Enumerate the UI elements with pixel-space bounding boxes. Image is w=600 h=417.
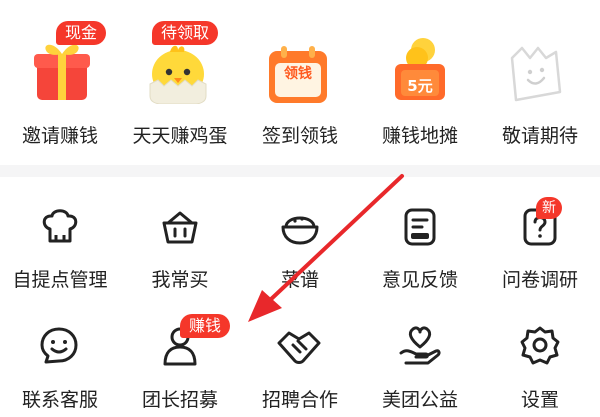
feedback-item[interactable]: 意见反馈	[360, 177, 480, 297]
settings-item[interactable]: 设置	[480, 297, 600, 417]
daily-egg-item[interactable]: 待领取 天天赚鸡蛋	[120, 0, 240, 165]
heart-hand-icon	[398, 323, 442, 367]
pickup-point-item[interactable]: 自提点管理	[0, 177, 120, 297]
leader-recruit-item[interactable]: 赚钱 团长招募	[120, 297, 240, 417]
pickup-point-label: 自提点管理	[12, 269, 108, 291]
gift-box-icon	[33, 38, 91, 104]
smiley-bag-icon	[504, 44, 564, 104]
frequent-buy-item[interactable]: 我常买	[120, 177, 240, 297]
handshake-icon	[276, 327, 322, 367]
frequent-buy-label: 我常买	[151, 269, 209, 291]
rice-bowl-icon	[280, 207, 320, 247]
chick-egg-icon	[144, 40, 212, 104]
recruitment-label: 招聘合作	[261, 389, 338, 411]
money-stall-label: 赚钱地摊	[381, 125, 458, 147]
new-badge: 新	[536, 197, 562, 219]
settings-icon	[520, 325, 560, 365]
checkin-item[interactable]: 领钱 签到领钱	[240, 0, 360, 165]
recipes-item[interactable]: 菜谱	[240, 177, 360, 297]
chat-smile-icon	[38, 325, 80, 367]
coming-soon-item: 敬请期待	[480, 0, 600, 165]
featured-section: 现金 邀请赚钱 待领取 天天赚鸡蛋 领钱 签到领钱 5元 赚钱地摊 敬请期待	[0, 0, 600, 165]
recruitment-item[interactable]: 招聘合作	[240, 297, 360, 417]
stall-icon-text: 5元	[407, 77, 433, 95]
recipes-label: 菜谱	[280, 269, 319, 291]
feedback-icon	[400, 207, 440, 247]
to-claim-badge: 待领取	[152, 21, 219, 45]
section-divider	[0, 165, 600, 177]
calendar-icon-text: 领钱	[284, 66, 312, 82]
charity-label: 美团公益	[381, 389, 458, 411]
checkin-label: 签到领钱	[261, 125, 338, 147]
customer-service-item[interactable]: 联系客服	[0, 297, 120, 417]
tools-section: 自提点管理 我常买 菜谱 意见反馈 新 问卷调研 联系客服 赚钱 团长招募 招聘…	[0, 177, 600, 417]
settings-label: 设置	[520, 389, 559, 411]
invite-earn-item[interactable]: 现金 邀请赚钱	[0, 0, 120, 165]
survey-item[interactable]: 新 问卷调研	[480, 177, 600, 297]
chef-hat-icon	[40, 207, 80, 247]
cash-badge: 现金	[56, 21, 107, 45]
leader-recruit-label: 团长招募	[141, 389, 218, 411]
feedback-label: 意见反馈	[381, 269, 458, 291]
coming-soon-label: 敬请期待	[501, 125, 578, 147]
charity-item[interactable]: 美团公益	[360, 297, 480, 417]
basket-icon	[160, 207, 200, 247]
invite-earn-label: 邀请赚钱	[21, 125, 98, 147]
earn-money-badge: 赚钱	[180, 314, 231, 338]
survey-label: 问卷调研	[501, 269, 578, 291]
customer-service-label: 联系客服	[21, 389, 98, 411]
daily-egg-label: 天天赚鸡蛋	[132, 125, 228, 147]
money-stall-item[interactable]: 5元 赚钱地摊	[360, 0, 480, 165]
